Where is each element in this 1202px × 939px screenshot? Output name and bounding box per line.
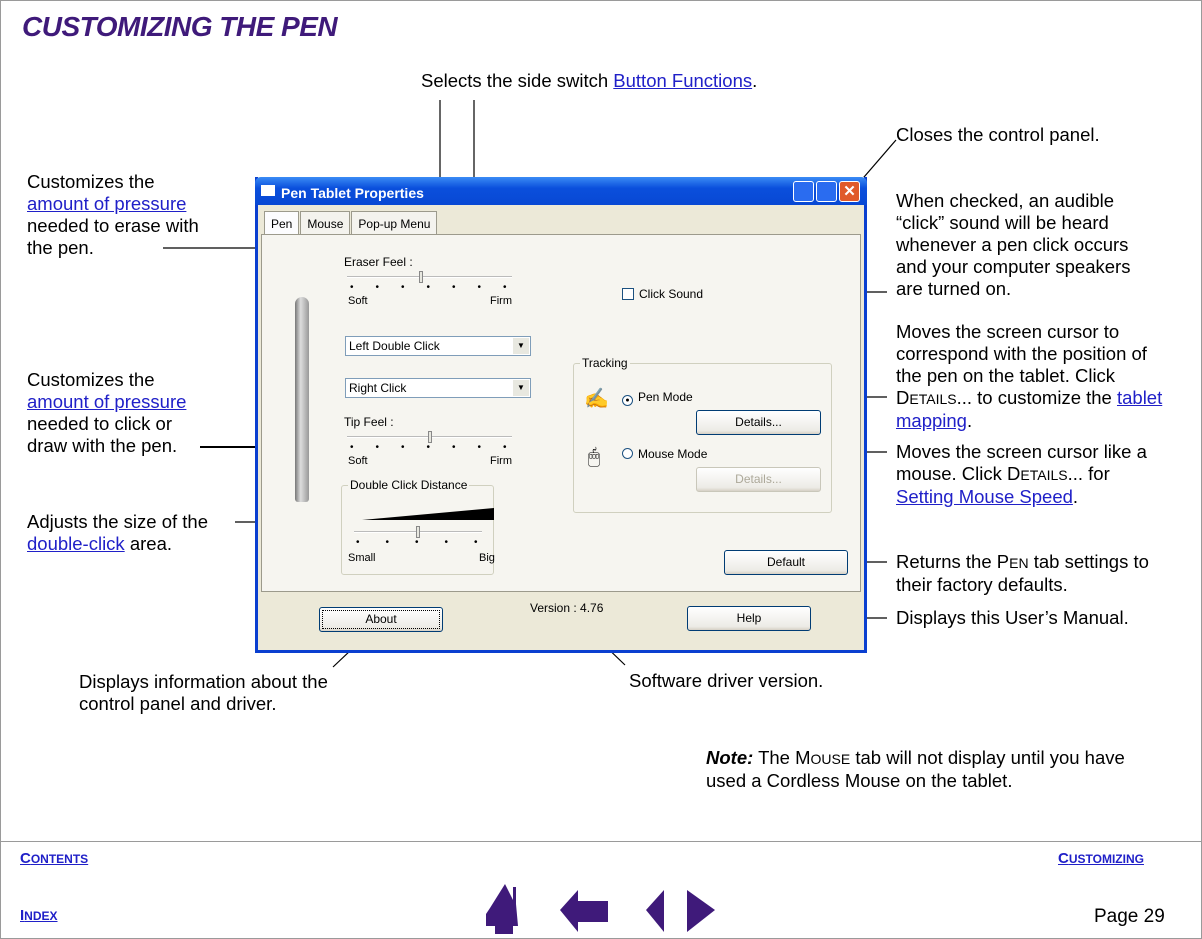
back-arrow-icon[interactable] — [560, 890, 610, 932]
soft-label: Soft — [348, 295, 368, 307]
page-title: CUSTOMIZING THE PEN — [22, 11, 338, 42]
soft-label: Soft — [348, 455, 368, 467]
annotation-help: Displays this User’s Manual. — [896, 607, 1129, 628]
tracking-group: Tracking ✍ ● Pen Mode Details... 🖱 Mouse … — [573, 356, 832, 513]
firm-label: Firm — [490, 455, 512, 467]
annotation-pen-mode: Moves the screen cursor to correspond wi… — [896, 321, 1163, 431]
version-label: Version : 4.76 — [530, 601, 604, 615]
page-number: Page 29 — [1094, 906, 1165, 927]
next-page-icon[interactable] — [687, 890, 719, 932]
mouse-mode-details-button[interactable]: Details... — [696, 467, 821, 492]
footer-divider — [1, 841, 1201, 842]
firm-label: Firm — [490, 295, 512, 307]
double-click-distance-slider[interactable] — [354, 526, 482, 538]
note: Note: The MOUSE tab will not display unt… — [706, 747, 1125, 791]
tip-feel-slider[interactable] — [347, 431, 512, 443]
lower-switch-dropdown[interactable]: Right Click ▼ — [345, 378, 531, 398]
distance-wedge-icon — [362, 508, 494, 520]
pen-image — [295, 297, 309, 502]
home-icon[interactable] — [483, 884, 533, 934]
big-label: Big — [479, 552, 495, 564]
help-button[interactable]: Help — [687, 606, 811, 631]
dropdown-arrow-icon: ▼ — [513, 380, 529, 396]
about-button[interactable]: About — [319, 607, 443, 632]
default-button[interactable]: Default — [724, 550, 848, 575]
amount-of-pressure-link[interactable]: amount of pressure — [27, 193, 186, 214]
annotation-close: Closes the control panel. — [896, 124, 1100, 145]
maximize-button[interactable] — [816, 181, 837, 202]
annotation-eraser: Customizes the amount of pressure needed t… — [27, 171, 199, 258]
tip-feel-label: Tip Feel : — [344, 415, 394, 429]
annotation-click-sound: When checked, an audible “click” sound w… — [896, 190, 1131, 299]
tick-marks: ••••••• — [350, 282, 529, 293]
double-click-distance-group: Double Click Distance ••••• Small Big — [341, 478, 495, 575]
annotation-side-switch: Selects the side switch Button Functions… — [421, 70, 758, 91]
group-label: Tracking — [580, 356, 630, 370]
window-icon — [261, 185, 275, 196]
amount-of-pressure-link[interactable]: amount of pressure — [27, 391, 186, 412]
small-label: Small — [348, 552, 376, 564]
annotation-mouse-mode: Moves the screen cursor like a mouse. Cl… — [896, 441, 1147, 507]
tick-marks: ••••••• — [350, 442, 529, 453]
pen-mode-details-button[interactable]: Details... — [696, 410, 821, 435]
annotation-about: Displays information about the control p… — [79, 671, 328, 714]
dialog-title-bar: Pen Tablet Properties ✕ — [255, 177, 867, 205]
group-label: Double Click Distance — [348, 478, 470, 492]
eraser-feel-slider[interactable] — [347, 271, 512, 283]
upper-switch-dropdown[interactable]: Left Double Click ▼ — [345, 336, 531, 356]
tick-marks: ••••• — [356, 537, 504, 548]
index-link[interactable]: INDEX — [20, 907, 58, 924]
pen-tablet-properties-dialog: Pen Tablet Properties ✕ Pen Mouse Pop-up… — [255, 177, 867, 653]
minimize-button[interactable] — [793, 181, 814, 202]
pen-tab-panel: Eraser Feel : ••••••• Soft Firm Left Dou… — [261, 234, 861, 592]
annotation-version: Software driver version. — [629, 670, 824, 691]
click-sound-checkbox[interactable]: Click Sound — [622, 287, 703, 301]
double-click-link[interactable]: double-click — [27, 533, 125, 554]
close-button[interactable]: ✕ — [839, 181, 860, 202]
previous-page-icon[interactable] — [646, 890, 678, 932]
dropdown-arrow-icon: ▼ — [513, 338, 529, 354]
pen-hand-icon: ✍ — [584, 388, 609, 410]
eraser-feel-label: Eraser Feel : — [344, 255, 413, 269]
button-functions-link[interactable]: Button Functions — [613, 70, 752, 91]
contents-link[interactable]: CONTENTS — [20, 850, 88, 867]
annotation-double-click: Adjusts the size of the double-click area… — [27, 511, 208, 554]
pen-mode-radio[interactable]: ● Pen Mode — [622, 390, 693, 406]
customizing-link[interactable]: CUSTOMIZING — [1058, 850, 1144, 867]
annotation-default: Returns the PEN tab settings to their fa… — [896, 551, 1149, 595]
setting-mouse-speed-link[interactable]: Setting Mouse Speed — [896, 486, 1073, 507]
mouse-icon: 🖱 — [588, 446, 600, 468]
annotation-tip: Customizes the amount of pressure needed t… — [27, 369, 187, 456]
mouse-mode-radio[interactable]: Mouse Mode — [622, 447, 707, 461]
